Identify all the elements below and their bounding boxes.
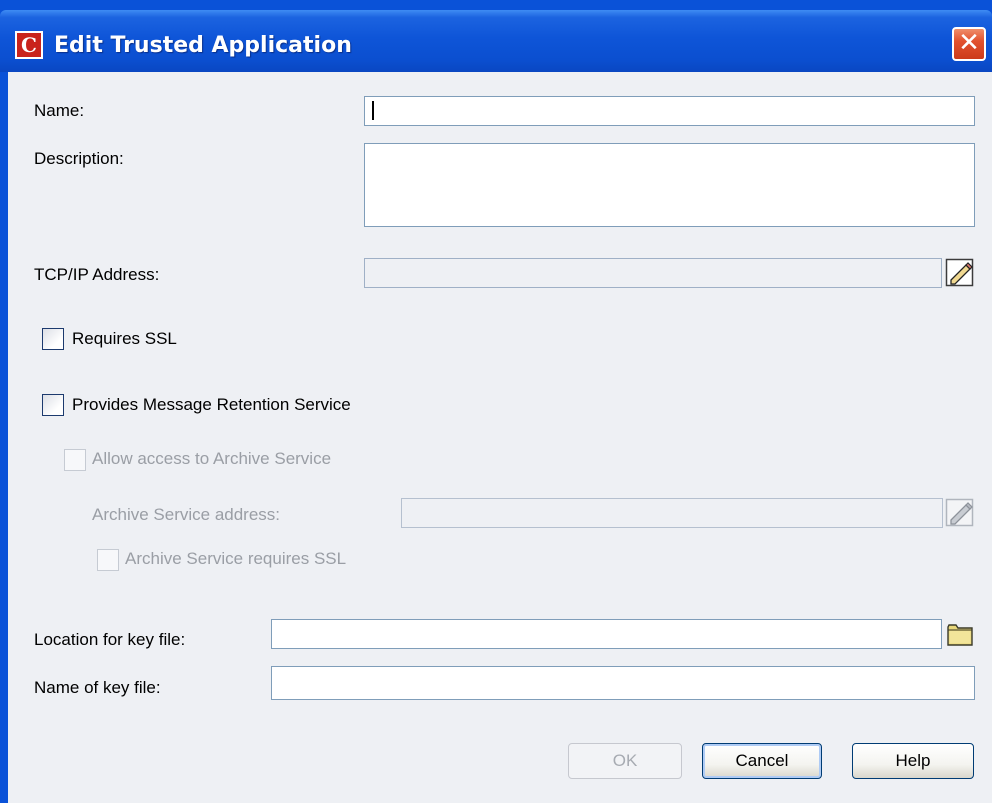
archive-ssl-label: Archive Service requires SSL [125,549,347,568]
app-icon: C [15,31,43,59]
pencil-edit-disabled-icon [945,498,974,527]
requires-ssl-checkbox[interactable] [42,328,64,350]
name-label: Name: [34,101,85,120]
title-bar[interactable]: C Edit Trusted Application ✕ [0,10,992,72]
description-textarea[interactable] [364,143,975,227]
description-label: Description: [34,149,124,168]
provides-mrs-label[interactable]: Provides Message Retention Service [72,394,351,416]
archive-address-label: Archive Service address: [92,505,281,524]
pencil-edit-icon [945,258,974,287]
close-button[interactable]: ✕ [952,27,986,61]
requires-ssl-label[interactable]: Requires SSL [72,328,177,350]
cancel-button[interactable]: Cancel [702,743,822,779]
text-cursor [372,101,374,120]
edit-address-button[interactable] [945,258,975,288]
name-input[interactable] [364,96,975,126]
allow-archive-label: Allow access to Archive Service [92,449,332,468]
help-button[interactable]: Help [852,743,974,779]
ok-button[interactable]: OK [568,743,682,779]
tcpip-label: TCP/IP Address: [34,265,160,284]
key-name-input[interactable] [271,666,975,700]
key-name-label: Name of key file: [34,678,161,697]
folder-icon [947,624,973,646]
close-icon: ✕ [958,28,980,58]
edit-archive-address-button[interactable] [945,498,975,528]
archive-ssl-checkbox[interactable] [97,549,119,571]
key-location-label: Location for key file: [34,630,186,649]
window-title: Edit Trusted Application [54,33,352,58]
key-location-input[interactable] [271,619,942,649]
provides-mrs-checkbox[interactable] [42,394,64,416]
tcpip-address-field [364,258,942,288]
browse-folder-button[interactable] [945,619,975,649]
archive-address-field [401,498,943,528]
dialog-body: Name: Description: TCP/IP Address: Requi… [8,72,992,803]
allow-archive-checkbox[interactable] [64,449,86,471]
dialog-window: C Edit Trusted Application ✕ Name: Descr… [0,0,992,803]
